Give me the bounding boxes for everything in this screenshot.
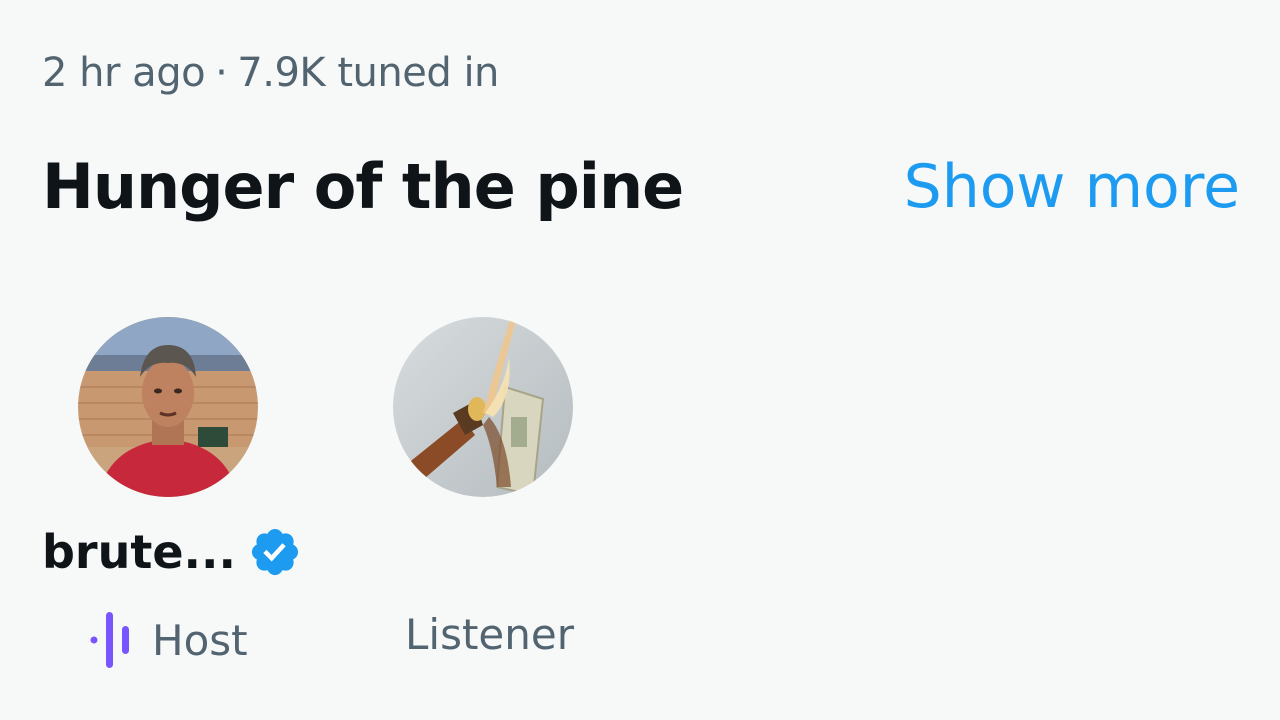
tuned-in-count: 7.9K tuned in bbox=[237, 50, 499, 96]
meta-separator: · bbox=[215, 50, 228, 96]
audio-bars-icon bbox=[88, 610, 144, 670]
host-role-label: Host bbox=[152, 615, 248, 665]
time-ago: 2 hr ago bbox=[42, 50, 206, 96]
host-name: brute... bbox=[42, 525, 236, 579]
speaker-host-avatar[interactable] bbox=[78, 317, 258, 497]
listener-role-label: Listener bbox=[405, 610, 574, 659]
host-name-row[interactable]: brute... bbox=[42, 525, 302, 579]
speaker-listener-avatar[interactable] bbox=[393, 317, 573, 497]
verified-badge-icon bbox=[248, 525, 302, 579]
space-meta: 2 hr ago · 7.9K tuned in bbox=[42, 50, 499, 96]
space-title: Hunger of the pine bbox=[42, 150, 684, 223]
host-role: Host bbox=[88, 610, 248, 670]
space-card: 2 hr ago · 7.9K tuned in Hunger of the pin… bbox=[0, 0, 1280, 720]
show-more-link[interactable]: Show more bbox=[904, 152, 1240, 222]
avatar bbox=[78, 317, 258, 497]
avatar bbox=[393, 317, 573, 497]
